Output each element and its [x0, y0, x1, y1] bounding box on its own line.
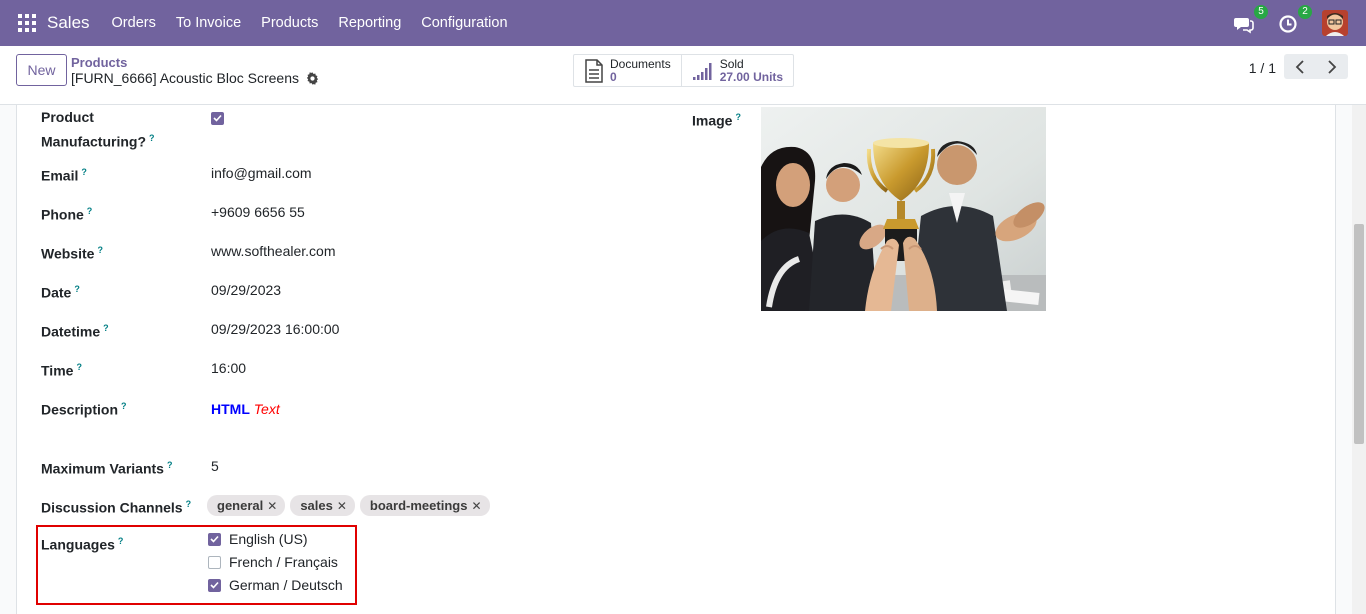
help-icon[interactable]: ? [118, 536, 124, 546]
description-field[interactable]: HTML Text [211, 399, 280, 420]
checkbox-checked-icon [211, 111, 224, 125]
help-icon[interactable]: ? [87, 206, 93, 216]
activities-button[interactable]: 2 [1278, 5, 1312, 34]
chevron-right-icon [1328, 59, 1337, 74]
menu-reporting[interactable]: Reporting [338, 15, 401, 31]
help-icon[interactable]: ? [149, 133, 155, 143]
breadcrumb-products[interactable]: Products [71, 55, 127, 70]
help-icon[interactable]: ? [103, 323, 109, 333]
documents-label: Documents [610, 56, 671, 71]
language-label: English (US) [229, 531, 308, 547]
sold-quantity: 27.00 Units [719, 69, 784, 84]
product-manufacturing-label: Product Manufacturing?? [41, 109, 155, 150]
help-icon[interactable]: ? [186, 499, 192, 509]
remove-tag-icon[interactable]: ✕ [471, 499, 481, 513]
clock-icon [1279, 15, 1297, 33]
pager-previous-button[interactable] [1284, 54, 1316, 79]
checkbox-checked-icon[interactable] [208, 578, 221, 592]
help-icon[interactable]: ? [97, 245, 103, 255]
sold-label: Sold [719, 56, 744, 71]
phone-label: Phone? [41, 206, 93, 223]
activities-badge: 2 [1298, 5, 1312, 19]
chat-icon [1234, 18, 1254, 34]
documents-count: 0 [610, 69, 617, 84]
smart-buttons: Documents 0 Sold 27.00 Units [573, 54, 795, 87]
trophy-celebration-image [761, 107, 1046, 311]
scrollbar-thumb[interactable] [1354, 224, 1364, 444]
image-label: Image? [692, 112, 741, 129]
website-label: Website? [41, 245, 103, 262]
menu-to-invoice[interactable]: To Invoice [176, 15, 241, 31]
chevron-left-icon [1295, 59, 1304, 74]
language-label: German / Deutsch [229, 577, 343, 593]
pager-next-button[interactable] [1316, 54, 1348, 79]
language-option-german[interactable]: German / Deutsch [208, 577, 343, 593]
messages-badge: 5 [1254, 5, 1268, 19]
discussion-channels-label: Discussion Channels? [41, 499, 192, 516]
top-navbar: Sales Orders To Invoice Products Reporti… [0, 0, 1366, 46]
remove-tag-icon[interactable]: ✕ [337, 499, 347, 513]
help-icon[interactable]: ? [735, 112, 741, 122]
gear-icon[interactable] [306, 71, 319, 85]
checkbox-checked-icon[interactable] [208, 532, 221, 546]
documents-button[interactable]: Documents 0 [574, 55, 681, 86]
control-panel: New Products [FURN_6666] Acoustic Bloc S… [0, 46, 1366, 105]
help-icon[interactable]: ? [81, 167, 87, 177]
time-label: Time? [41, 362, 82, 379]
new-button[interactable]: New [16, 54, 67, 86]
product-manufacturing-checkbox[interactable] [211, 107, 224, 128]
description-bold-text: HTML [211, 401, 250, 417]
menu-configuration[interactable]: Configuration [421, 15, 507, 31]
channel-tag: sales ✕ [290, 495, 355, 516]
channel-tag: general ✕ [207, 495, 286, 516]
max-variants-field[interactable]: 5 [211, 456, 219, 477]
menu-orders[interactable]: Orders [112, 15, 156, 31]
help-icon[interactable]: ? [121, 401, 127, 411]
help-icon[interactable]: ? [74, 284, 80, 294]
form-sheet: Product Manufacturing?? Email? info@gmai… [16, 105, 1336, 614]
language-label: French / Français [229, 554, 338, 570]
description-label: Description? [41, 401, 127, 418]
datetime-label: Datetime? [41, 323, 109, 340]
menu-products[interactable]: Products [261, 15, 318, 31]
signal-chart-icon [692, 62, 712, 80]
breadcrumb-current-record: [FURN_6666] Acoustic Bloc Screens [71, 70, 319, 86]
pager-value[interactable]: 1 / 1 [1249, 60, 1276, 76]
help-icon[interactable]: ? [167, 460, 173, 470]
website-field[interactable]: www.softhealer.com [211, 241, 336, 262]
discussion-channels-field[interactable]: general ✕ sales ✕ board-meetings ✕ [207, 495, 495, 516]
messages-button[interactable]: 5 [1234, 5, 1268, 34]
date-label: Date? [41, 284, 80, 301]
date-field[interactable]: 09/29/2023 [211, 280, 281, 301]
languages-label: Languages? [41, 536, 124, 553]
record-title: [FURN_6666] Acoustic Bloc Screens [71, 70, 299, 86]
checkbox-unchecked-icon[interactable] [208, 555, 221, 569]
language-option-english[interactable]: English (US) [208, 531, 308, 547]
document-icon [585, 58, 603, 83]
product-image[interactable] [761, 107, 1046, 311]
max-variants-label: Maximum Variants? [41, 460, 173, 477]
app-brand[interactable]: Sales [47, 13, 90, 33]
email-label: Email? [41, 167, 87, 184]
sold-button[interactable]: Sold 27.00 Units [680, 55, 793, 86]
email-field[interactable]: info@gmail.com [211, 163, 312, 184]
language-option-french[interactable]: French / Français [208, 554, 338, 570]
description-italic-text: Text [253, 401, 280, 417]
phone-field[interactable]: +9609 6656 55 [211, 202, 305, 223]
time-field[interactable]: 16:00 [211, 358, 246, 379]
user-avatar[interactable] [1322, 10, 1348, 36]
remove-tag-icon[interactable]: ✕ [267, 499, 277, 513]
channel-tag: board-meetings ✕ [359, 495, 490, 516]
datetime-field[interactable]: 09/29/2023 16:00:00 [211, 319, 339, 340]
apps-menu-icon[interactable] [18, 14, 36, 32]
help-icon[interactable]: ? [76, 362, 82, 372]
